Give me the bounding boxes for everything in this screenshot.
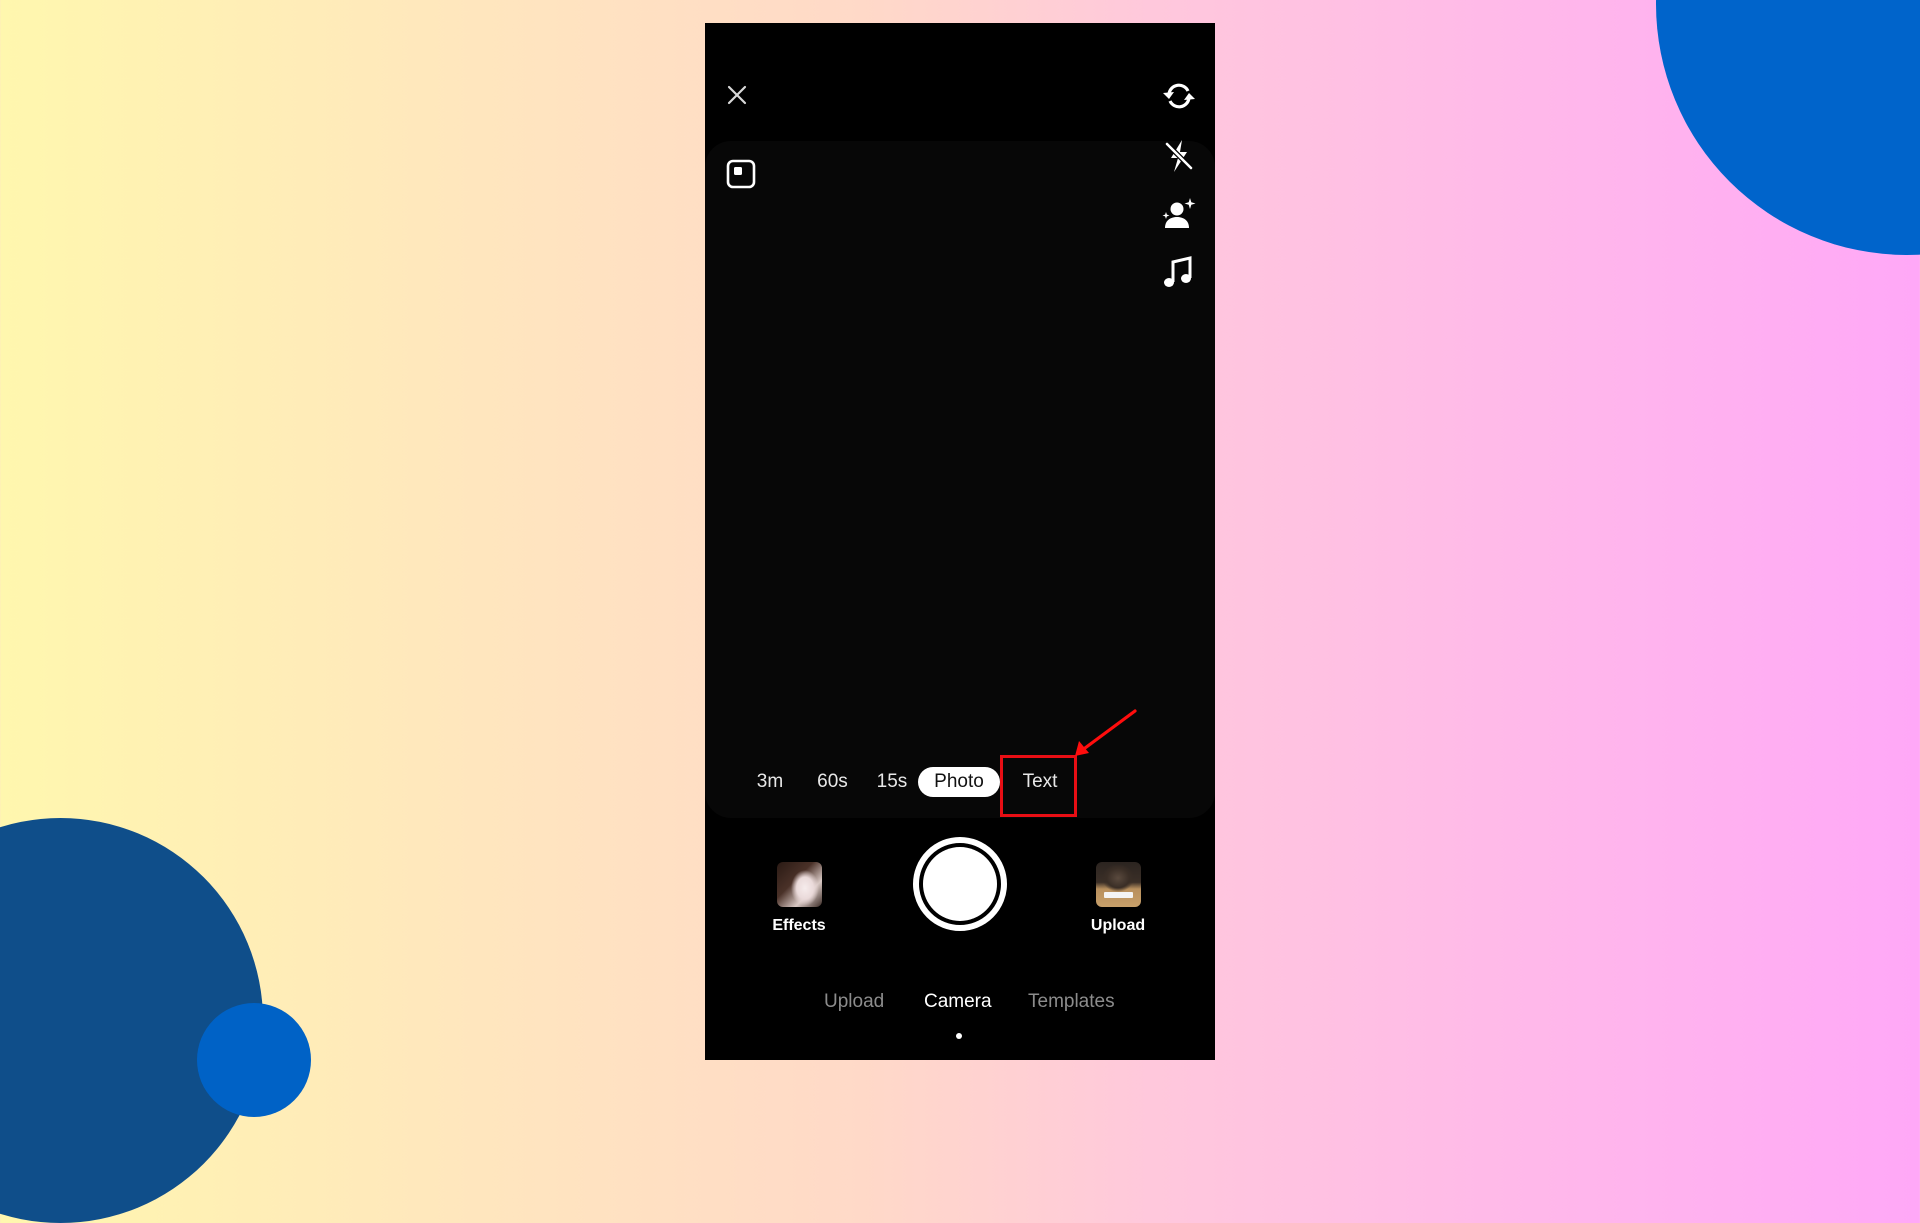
upload-label: Upload bbox=[1090, 917, 1146, 934]
mode-photo[interactable]: Photo bbox=[918, 767, 1000, 797]
mode-15s[interactable]: 15s bbox=[872, 767, 912, 797]
music-icon bbox=[1164, 256, 1192, 287]
mode-60s[interactable]: 60s bbox=[810, 767, 855, 797]
beauty-icon bbox=[1162, 198, 1196, 228]
flash-off-icon bbox=[1165, 140, 1193, 172]
shutter-button[interactable] bbox=[913, 837, 1007, 931]
thumbnail-caption bbox=[1103, 892, 1133, 898]
flip-camera-button[interactable] bbox=[1160, 79, 1198, 113]
layout-button[interactable] bbox=[725, 158, 757, 190]
decorative-circle-bottom-left-small bbox=[197, 1003, 311, 1117]
effects-label: Effects bbox=[772, 917, 826, 934]
layout-icon bbox=[726, 159, 756, 189]
camera-viewfinder bbox=[705, 141, 1215, 818]
flip-camera-icon bbox=[1163, 83, 1195, 109]
mode-text[interactable]: Text bbox=[1005, 767, 1075, 797]
add-sound-button[interactable] bbox=[1162, 254, 1196, 290]
shutter-inner bbox=[923, 847, 997, 921]
mode-3m[interactable]: 3m bbox=[750, 767, 790, 797]
upload-button[interactable]: Upload bbox=[1078, 862, 1158, 935]
active-tab-indicator bbox=[956, 1033, 962, 1039]
effects-button[interactable]: Effects bbox=[759, 862, 839, 935]
phone-camera-screen: 3m 60s 15s Photo Text Effects Upload Upl… bbox=[705, 23, 1215, 1060]
capture-mode-selector: 3m 60s 15s Photo Text bbox=[705, 767, 1215, 797]
tab-camera[interactable]: Camera bbox=[924, 987, 992, 1017]
tab-templates[interactable]: Templates bbox=[1028, 987, 1115, 1017]
flash-toggle-button[interactable] bbox=[1161, 137, 1197, 175]
beauty-enhance-button[interactable] bbox=[1161, 196, 1197, 232]
tab-upload[interactable]: Upload bbox=[824, 987, 884, 1017]
close-icon bbox=[727, 85, 747, 105]
decorative-circle-top-right bbox=[1656, 0, 1920, 255]
close-button[interactable] bbox=[723, 81, 751, 109]
bottom-tab-bar: Upload Camera Templates bbox=[705, 987, 1215, 1017]
upload-thumbnail bbox=[1095, 862, 1141, 907]
effects-thumbnail bbox=[776, 862, 822, 907]
